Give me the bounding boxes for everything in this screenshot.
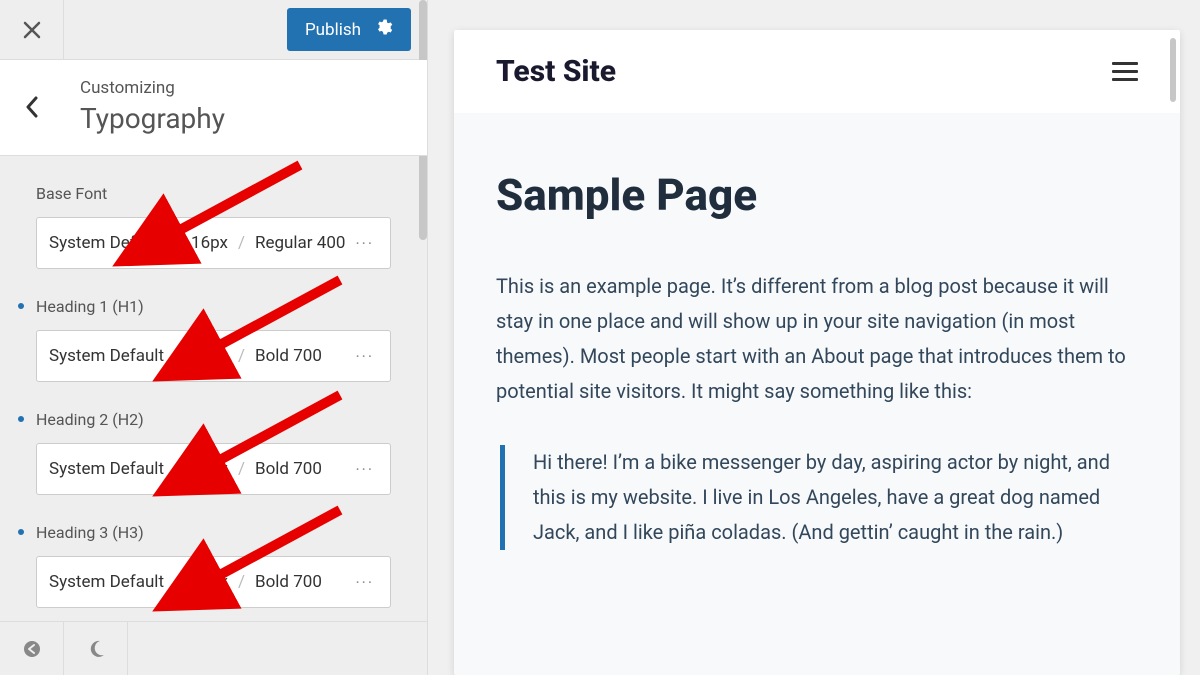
body-paragraph: This is an example page. It’s different … <box>496 269 1138 409</box>
gear-icon <box>375 18 393 41</box>
more-options-button[interactable]: ··· <box>351 573 378 592</box>
font-family-value: System Default <box>49 572 164 592</box>
more-options-button[interactable]: ··· <box>351 234 378 253</box>
font-family-value: System Default <box>49 459 164 479</box>
typography-group: Base Font System Default / 16px / Regular 400… <box>0 184 427 269</box>
font-weight-value: Bold 700 <box>255 346 322 366</box>
separator: / <box>238 459 245 479</box>
separator: / <box>238 572 245 592</box>
font-size-value: 30px <box>191 572 228 592</box>
separator: / <box>174 572 181 592</box>
close-icon <box>23 21 41 39</box>
hamburger-icon <box>1112 62 1138 65</box>
font-family-value: System Default <box>49 346 164 366</box>
separator: / <box>174 459 181 479</box>
more-options-button[interactable]: ··· <box>351 347 378 366</box>
typography-group: Heading 1 (H1) System Default / 40px / Bold 7… <box>0 297 427 382</box>
modified-indicator <box>18 416 24 422</box>
typography-group: Heading 2 (H2) System Default / 35px / Bold 7… <box>0 410 427 495</box>
group-label: Heading 2 (H2) <box>36 410 391 429</box>
group-label: Heading 1 (H1) <box>36 297 391 316</box>
font-weight-value: Bold 700 <box>255 459 322 479</box>
preview-body: Sample Page This is an example page. It’… <box>454 113 1180 675</box>
font-control[interactable]: System Default / 30px / Bold 700 ··· <box>36 556 391 608</box>
sidebar-topbar: Publish <box>0 0 427 60</box>
font-size-value: 40px <box>191 346 228 366</box>
separator: / <box>238 346 245 366</box>
section-title: Typography <box>80 102 427 135</box>
sidebar-body: Base Font System Default / 16px / Regular 400… <box>0 156 427 621</box>
chevron-left-icon <box>25 96 39 118</box>
close-button[interactable] <box>0 0 64 60</box>
modified-indicator <box>18 529 24 535</box>
site-preview: Test Site Sample Page This is an example… <box>454 30 1180 675</box>
font-control[interactable]: System Default / 35px / Bold 700 ··· <box>36 443 391 495</box>
section-header: Customizing Typography <box>0 60 427 156</box>
group-label: Base Font <box>36 184 391 203</box>
modified-indicator <box>18 303 24 309</box>
publish-button[interactable]: Publish <box>287 8 411 51</box>
group-label: Heading 3 (H3) <box>36 523 391 542</box>
preview-scrollbar[interactable] <box>1170 38 1176 102</box>
customizer-sidebar: Publish Customizing Typography Base Font… <box>0 0 428 675</box>
menu-button[interactable] <box>1112 57 1138 86</box>
dark-mode-button[interactable] <box>64 622 128 675</box>
preview-header: Test Site <box>454 30 1180 113</box>
moon-icon <box>86 639 106 659</box>
page-title: Sample Page <box>496 169 1138 221</box>
back-button[interactable] <box>0 78 64 135</box>
separator: / <box>174 233 181 253</box>
blockquote: Hi there! I’m a bike messenger by day, a… <box>500 445 1138 550</box>
hide-controls-button[interactable] <box>0 622 64 675</box>
font-control[interactable]: System Default / 16px / Regular 400 ··· <box>36 217 391 269</box>
typography-group: Heading 3 (H3) System Default / 30px / Bold 7… <box>0 523 427 608</box>
font-size-value: 16px <box>191 233 228 253</box>
preview-area: Test Site Sample Page This is an example… <box>428 0 1200 675</box>
collapse-icon <box>22 639 42 659</box>
separator: / <box>174 346 181 366</box>
blockquote-text: Hi there! I’m a bike messenger by day, a… <box>533 445 1138 550</box>
font-control[interactable]: System Default / 40px / Bold 700 ··· <box>36 330 391 382</box>
font-weight-value: Bold 700 <box>255 572 322 592</box>
font-weight-value: Regular 400 <box>255 233 345 253</box>
font-family-value: System Default <box>49 233 164 253</box>
more-options-button[interactable]: ··· <box>351 460 378 479</box>
publish-label: Publish <box>305 20 361 40</box>
font-size-value: 35px <box>191 459 228 479</box>
sidebar-footer <box>0 621 427 675</box>
separator: / <box>238 233 245 253</box>
site-title[interactable]: Test Site <box>496 54 1112 89</box>
breadcrumb: Customizing <box>80 78 427 98</box>
